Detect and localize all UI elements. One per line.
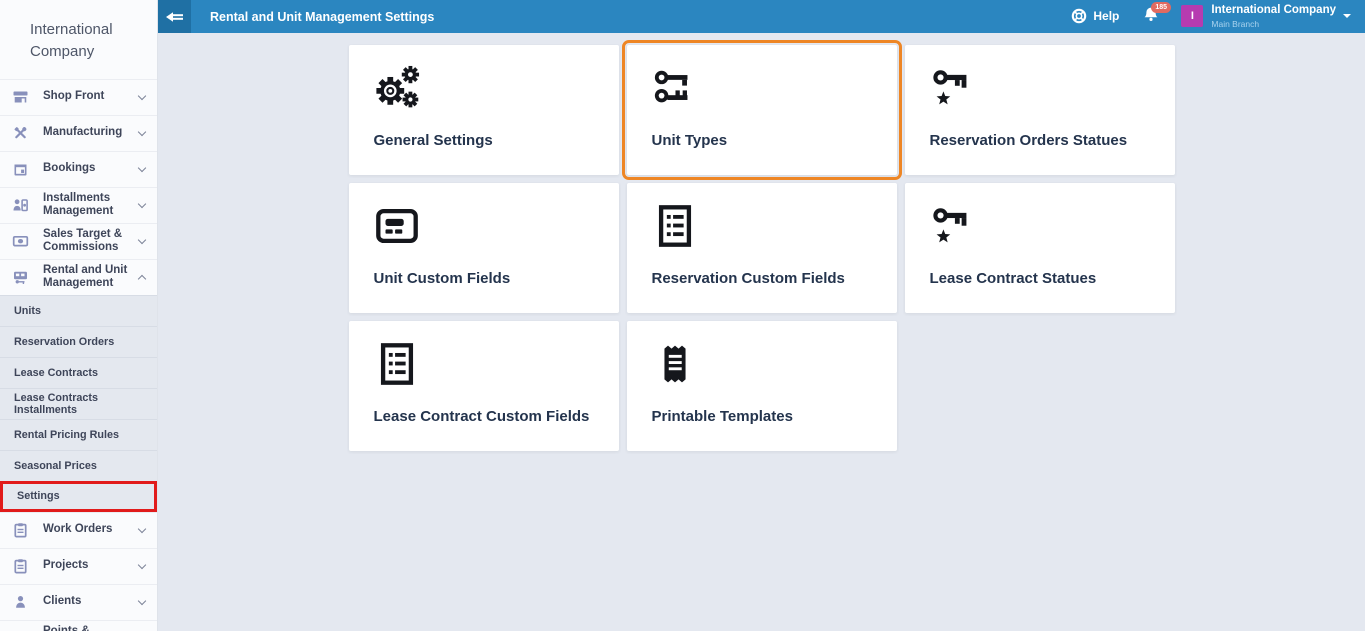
clients-icon xyxy=(12,594,34,610)
settings-card-reservation-custom-fields[interactable]: Reservation Custom Fields xyxy=(627,183,897,313)
lifebuoy-icon xyxy=(1071,8,1087,24)
settings-card-reservation-orders-statues[interactable]: Reservation Orders Statues xyxy=(905,45,1175,175)
cash-icon xyxy=(12,233,34,249)
sidebar-subitem-units[interactable]: Units xyxy=(0,295,157,326)
sidebar-subitem-settings[interactable]: Settings xyxy=(0,481,157,512)
chevron-down-icon xyxy=(138,596,146,604)
sidebar-company-title: International Company xyxy=(0,0,157,79)
sidebar-item-label: Clients xyxy=(43,595,131,608)
sidebar-item-label: Points & Credits xyxy=(43,625,131,631)
list-box-icon xyxy=(652,203,897,249)
sidebar-subitem-lease-contracts[interactable]: Lease Contracts xyxy=(0,357,157,388)
sidebar-item-label: Work Orders xyxy=(43,523,131,536)
sidebar-item-label: Shop Front xyxy=(43,90,131,103)
billboard-icon xyxy=(374,203,619,249)
subitem-label: Seasonal Prices xyxy=(14,460,97,472)
caret-down-icon xyxy=(1343,14,1351,18)
key-star-icon xyxy=(930,65,1175,111)
sidebar-subitem-seasonal-prices[interactable]: Seasonal Prices xyxy=(0,450,157,481)
gears-icon xyxy=(374,65,619,111)
chevron-down-icon xyxy=(138,560,146,568)
sidebar-subitem-rental-pricing-rules[interactable]: Rental Pricing Rules xyxy=(0,419,157,450)
card-label: Unit Types xyxy=(652,132,728,149)
subitem-label: Units xyxy=(14,305,41,317)
chevron-down-icon xyxy=(138,235,146,243)
notifications-button[interactable]: 185 xyxy=(1143,6,1159,27)
sidebar: International Company Shop Front Manufac… xyxy=(0,0,158,631)
sidebar-item-label: Rental and Unit Management xyxy=(43,264,131,290)
list-box-icon xyxy=(374,341,619,387)
sidebar-item-projects[interactable]: Projects xyxy=(0,548,157,584)
sidebar-item-work-orders[interactable]: Work Orders xyxy=(0,512,157,548)
chevron-down-icon xyxy=(138,199,146,207)
sidebar-item-points-credits[interactable]: Points & Credits xyxy=(0,620,157,631)
sidebar-subitem-reservation-orders[interactable]: Reservation Orders xyxy=(0,326,157,357)
sidebar-item-clients[interactable]: Clients xyxy=(0,584,157,620)
menu-fold-icon xyxy=(166,10,184,24)
card-label: Printable Templates xyxy=(652,408,793,425)
rental-unit-submenu: Units Reservation Orders Lease Contracts… xyxy=(0,295,157,512)
chevron-up-icon xyxy=(138,275,146,283)
sidebar-collapse-button[interactable] xyxy=(158,0,191,33)
settings-card-lease-contract-custom-fields[interactable]: Lease Contract Custom Fields xyxy=(349,321,619,451)
company-name: International Company xyxy=(1211,4,1336,18)
sidebar-item-installments-management[interactable]: Installments Management xyxy=(0,187,157,223)
installments-icon xyxy=(12,197,34,213)
notification-badge: 185 xyxy=(1151,2,1171,13)
main-content: General Settings Unit Types xyxy=(158,33,1365,631)
receipt-icon xyxy=(652,341,897,387)
card-label: Unit Custom Fields xyxy=(374,270,511,287)
clipboard-icon xyxy=(12,522,34,538)
settings-card-printable-templates[interactable]: Printable Templates xyxy=(627,321,897,451)
sidebar-item-label: Projects xyxy=(43,559,131,572)
chevron-down-icon xyxy=(138,163,146,171)
keys-icon xyxy=(652,65,897,111)
subitem-label: Settings xyxy=(17,490,60,502)
card-label: General Settings xyxy=(374,132,493,149)
settings-card-general-settings[interactable]: General Settings xyxy=(349,45,619,175)
help-label: Help xyxy=(1093,9,1119,23)
company-selector[interactable]: International Company Main Branch xyxy=(1211,4,1351,29)
subitem-label: Rental Pricing Rules xyxy=(14,429,119,441)
card-label: Reservation Custom Fields xyxy=(652,270,845,287)
settings-card-grid: General Settings Unit Types xyxy=(349,45,1175,451)
sidebar-item-rental-and-unit-management[interactable]: Rental and Unit Management xyxy=(0,259,157,295)
sidebar-item-label: Sales Target & Commissions xyxy=(43,228,131,254)
sidebar-item-bookings[interactable]: Bookings xyxy=(0,151,157,187)
avatar[interactable]: I xyxy=(1181,5,1203,27)
sidebar-item-shop-front[interactable]: Shop Front xyxy=(0,79,157,115)
sidebar-subitem-lease-contracts-installments[interactable]: Lease Contracts Installments xyxy=(0,388,157,419)
settings-card-unit-types[interactable]: Unit Types xyxy=(627,45,897,175)
card-label: Lease Contract Custom Fields xyxy=(374,408,590,425)
branch-name: Main Branch xyxy=(1211,19,1336,29)
subitem-label: Lease Contracts Installments xyxy=(14,392,147,416)
help-button[interactable]: Help xyxy=(1071,8,1119,24)
calendar-icon xyxy=(12,161,34,177)
subitem-label: Lease Contracts xyxy=(14,367,98,379)
card-label: Reservation Orders Statues xyxy=(930,132,1128,149)
company-selector-text: International Company Main Branch xyxy=(1211,4,1336,29)
storefront-icon xyxy=(12,89,34,105)
key-star-icon xyxy=(930,203,1175,249)
rental-unit-icon xyxy=(12,269,34,285)
chevron-down-icon xyxy=(138,127,146,135)
topbar: Rental and Unit Management Settings Help… xyxy=(158,0,1365,33)
settings-card-unit-custom-fields[interactable]: Unit Custom Fields xyxy=(349,183,619,313)
chevron-down-icon xyxy=(138,524,146,532)
sidebar-item-label: Manufacturing xyxy=(43,126,131,139)
page-title: Rental and Unit Management Settings xyxy=(210,10,434,24)
topbar-actions: Help 185 I International Company Main Br… xyxy=(1071,4,1365,29)
sidebar-item-sales-target-commissions[interactable]: Sales Target & Commissions xyxy=(0,223,157,259)
subitem-label: Reservation Orders xyxy=(14,336,114,348)
sidebar-item-label: Bookings xyxy=(43,162,131,175)
sidebar-item-label: Installments Management xyxy=(43,192,131,218)
sidebar-item-manufacturing[interactable]: Manufacturing xyxy=(0,115,157,151)
clipboard-icon xyxy=(12,558,34,574)
chevron-down-icon xyxy=(138,91,146,99)
card-label: Lease Contract Statues xyxy=(930,270,1097,287)
tools-icon xyxy=(12,125,34,141)
settings-card-lease-contract-statues[interactable]: Lease Contract Statues xyxy=(905,183,1175,313)
